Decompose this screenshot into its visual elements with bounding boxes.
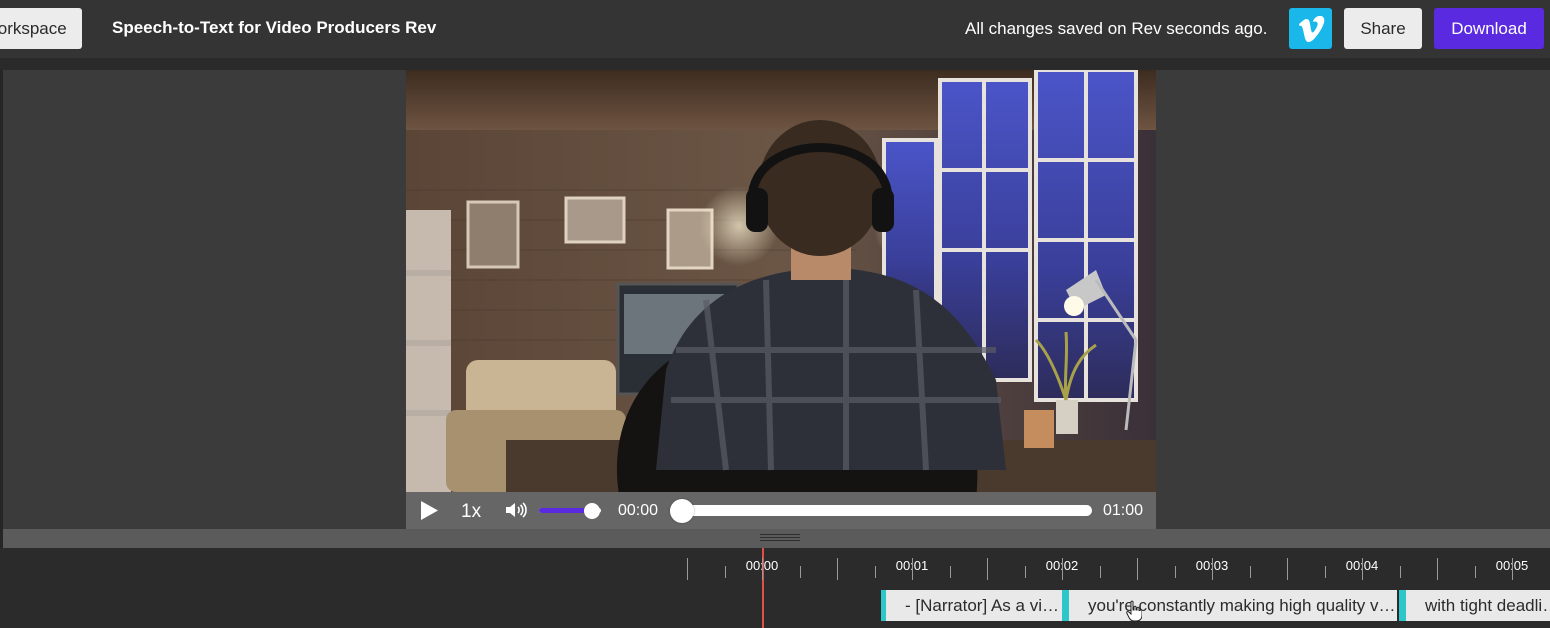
- timeline-tick: [1474, 566, 1476, 578]
- volume-slider[interactable]: [539, 503, 601, 519]
- top-bar: Workspace Speech-to-Text for Video Produ…: [0, 0, 1550, 58]
- timeline-tick: [1399, 566, 1401, 578]
- caption-timeline[interactable]: - [Narrator] As a video producer, you're…: [0, 548, 1550, 628]
- timeline-tick: [1437, 558, 1438, 580]
- timeline-tick: [1099, 566, 1101, 578]
- caption-segment[interactable]: with tight deadlines: [1401, 590, 1550, 621]
- timeline-tick: [1024, 566, 1026, 578]
- vimeo-icon: [1298, 15, 1324, 42]
- panel-resize-handle[interactable]: [3, 529, 1550, 548]
- timeline-tick: [874, 566, 876, 578]
- timeline-tick: [837, 558, 838, 580]
- timeline-tick: [724, 566, 726, 578]
- timeline-tick: [1137, 558, 1138, 580]
- header-divider: [0, 58, 1550, 70]
- video-thumbnail: [406, 70, 1156, 492]
- timeline-tick: [762, 558, 763, 580]
- share-button[interactable]: Share: [1344, 8, 1422, 49]
- player-controls: 1x 00:00 01:00: [406, 492, 1156, 529]
- timeline-tick: [1362, 558, 1363, 580]
- timeline-tick: [687, 558, 688, 580]
- volume-icon[interactable]: [505, 501, 527, 519]
- video-frame[interactable]: [406, 70, 1156, 492]
- volume-handle[interactable]: [583, 503, 600, 519]
- play-icon[interactable]: [419, 500, 439, 521]
- timeline-tick: [1174, 566, 1176, 578]
- caption-end-handle[interactable]: [1399, 590, 1404, 621]
- timeline-tick: [987, 558, 988, 580]
- timeline-tick: [949, 566, 951, 578]
- caption-end-handle[interactable]: [1062, 590, 1067, 621]
- timeline-tick: [1249, 566, 1251, 578]
- timeline-tick: [1062, 558, 1063, 580]
- caption-segment[interactable]: you're constantly making high quality vi…: [1064, 590, 1397, 621]
- document-title: Speech-to-Text for Video Producers Rev: [112, 18, 437, 37]
- total-duration: 01:00: [1103, 502, 1144, 519]
- save-status: All changes saved on Rev seconds ago.: [965, 19, 1268, 38]
- timeline-tick: [1512, 558, 1513, 580]
- grip-line: [760, 537, 800, 538]
- grip-line: [760, 540, 800, 541]
- current-time: 00:00: [618, 502, 659, 519]
- timeline-tick: [1324, 566, 1326, 578]
- seek-bar[interactable]: [670, 499, 1092, 523]
- workspace-button[interactable]: Workspace: [0, 8, 82, 49]
- timeline-tick: [799, 566, 801, 578]
- grip-line: [760, 534, 800, 535]
- seek-handle[interactable]: [670, 499, 694, 523]
- timeline-tick: [1212, 558, 1213, 580]
- vimeo-button[interactable]: [1289, 8, 1332, 49]
- playback-speed-button[interactable]: 1x: [461, 501, 481, 523]
- caption-segment[interactable]: - [Narrator] As a video producer,: [881, 590, 1062, 621]
- hand-cursor-icon: [1126, 600, 1142, 622]
- timeline-tick: [912, 558, 913, 580]
- download-button[interactable]: Download: [1434, 8, 1544, 49]
- timeline-tick: [1287, 558, 1288, 580]
